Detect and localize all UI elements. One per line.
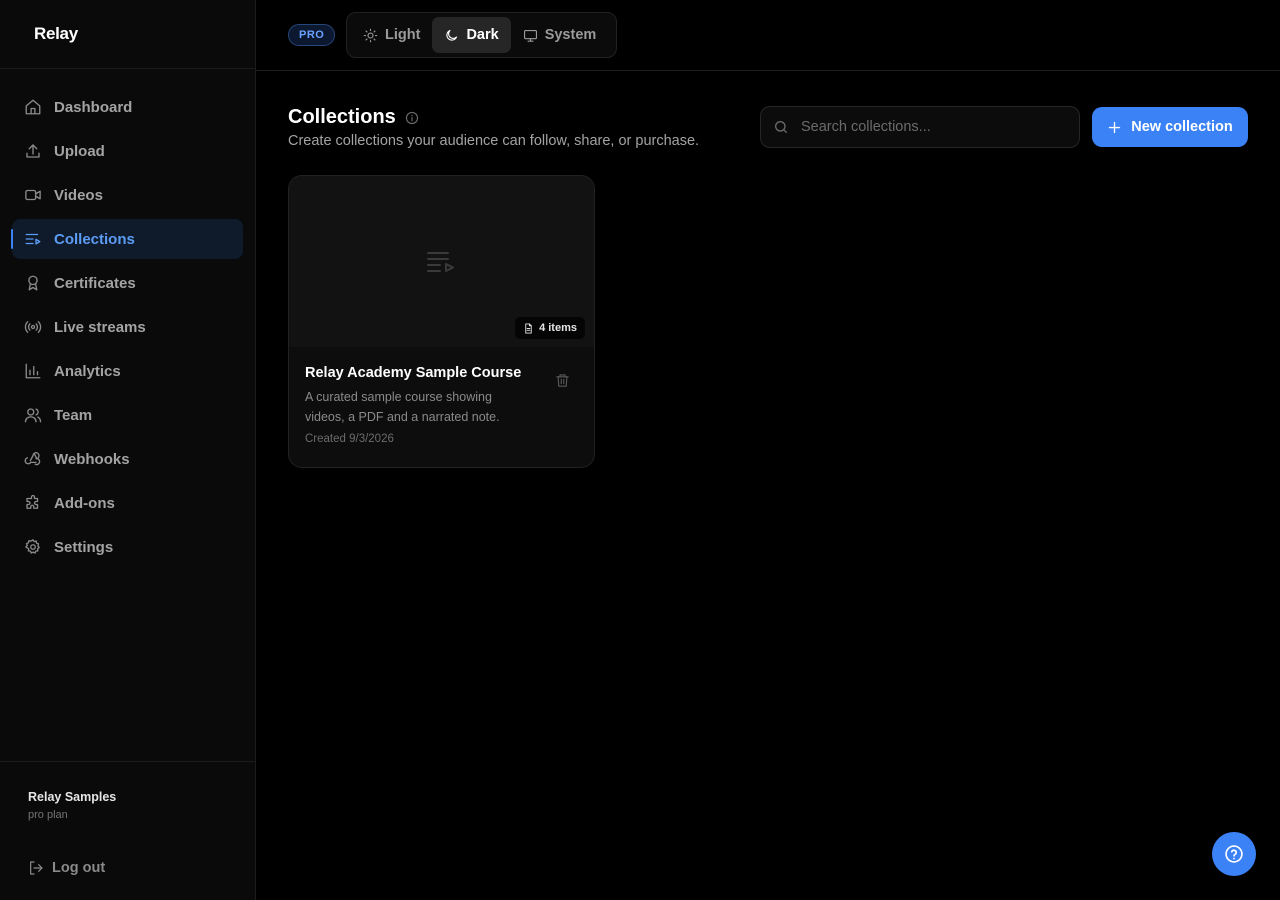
sidebar-item-label: Add-ons [54, 494, 115, 512]
sidebar-item-label: Videos [54, 186, 103, 204]
sidebar-item-upload[interactable]: Upload [12, 131, 243, 171]
app-logo[interactable]: Relay [34, 24, 78, 44]
moon-icon [446, 29, 458, 41]
award-icon [28, 275, 38, 291]
list-play-icon [25, 233, 41, 245]
sun-icon [363, 28, 378, 42]
app-root: Relay Dashboard Upload Videos Collection… [0, 0, 1280, 900]
org-plan: pro plan [28, 809, 68, 821]
sidebar-item-settings[interactable]: Settings [12, 527, 243, 567]
search-input[interactable] [801, 119, 1061, 135]
theme-switcher: Light Dark System [346, 12, 617, 58]
theme-option-label: System [544, 27, 597, 43]
new-collection-label: New collection [1131, 119, 1233, 135]
plan-badge: PRO [288, 24, 336, 46]
trash-icon[interactable] [555, 373, 570, 388]
new-collection-button[interactable]: New collection [1092, 107, 1248, 147]
logo-area: Relay [0, 0, 255, 69]
sidebar-footer: Relay Samples pro plan Log out [0, 761, 255, 900]
sidebar-item-dashboard[interactable]: Dashboard [12, 87, 243, 127]
page-title-row: Collections [288, 106, 419, 129]
sidebar-item-label: Analytics [54, 362, 121, 380]
items-count: 4 items [539, 322, 577, 334]
sidebar-item-add-ons[interactable]: Add-ons [12, 483, 243, 523]
theme-option-system[interactable]: System [511, 17, 609, 53]
sidebar-item-label: Team [54, 406, 93, 424]
gear-icon [25, 539, 40, 554]
help-button[interactable] [1212, 832, 1256, 876]
page-subtitle: Create collections your audience can fol… [288, 133, 700, 149]
sidebar-item-webhooks[interactable]: Webhooks [12, 439, 243, 479]
sidebar-item-label: Upload [54, 142, 105, 160]
bar-chart-icon [25, 363, 41, 379]
sidebar-nav: Dashboard Upload Videos Collections Cert… [11, 87, 243, 571]
radio-icon [24, 321, 42, 333]
collection-card-body: Relay Academy Sample Course A curated sa… [289, 347, 594, 445]
topbar: PRO Light Dark System [256, 0, 1280, 71]
sidebar-item-team[interactable]: Team [12, 395, 243, 435]
sidebar-item-label: Live streams [54, 318, 146, 336]
theme-option-label: Dark [466, 27, 499, 43]
sidebar-item-certificates[interactable]: Certificates [12, 263, 243, 303]
users-icon [24, 408, 42, 423]
logout-icon [30, 861, 43, 875]
main-content: Collections Create collections your audi… [256, 71, 1280, 900]
sidebar-item-analytics[interactable]: Analytics [12, 351, 243, 391]
sidebar-item-label: Certificates [54, 274, 136, 292]
logout-button[interactable]: Log out [28, 860, 105, 876]
help-icon [1225, 845, 1243, 863]
sidebar-item-collections[interactable]: Collections [11, 219, 243, 259]
sidebar-item-label: Settings [54, 538, 114, 556]
theme-option-dark[interactable]: Dark [432, 17, 511, 53]
sidebar-item-label: Dashboard [54, 98, 133, 116]
collection-thumbnail[interactable]: 4 items [289, 176, 594, 347]
search-icon [775, 121, 787, 133]
org-name: Relay Samples [28, 790, 117, 804]
monitor-icon [523, 29, 537, 42]
video-icon [25, 189, 41, 201]
sidebar-item-label: Webhooks [54, 450, 130, 468]
page-title: Collections [288, 106, 396, 128]
plus-icon [1109, 121, 1121, 133]
theme-option-label: Light [385, 27, 421, 43]
collection-created-date: Created 9/3/2026 [305, 433, 394, 445]
sidebar-item-label: Collections [54, 230, 135, 248]
upload-icon [26, 144, 40, 158]
sidebar-item-videos[interactable]: Videos [12, 175, 243, 215]
info-icon[interactable] [405, 111, 419, 125]
puzzle-icon [26, 494, 39, 509]
file-icon [525, 322, 532, 334]
list-play-icon [427, 252, 454, 272]
collection-description: A curated sample course showing videos, … [305, 390, 500, 424]
theme-option-light[interactable]: Light [351, 17, 432, 53]
sidebar: Relay Dashboard Upload Videos Collection… [0, 0, 256, 900]
collection-title[interactable]: Relay Academy Sample Course [305, 365, 578, 381]
search-box [760, 106, 1080, 148]
logout-label: Log out [52, 860, 106, 876]
webhook-icon [24, 452, 41, 466]
sidebar-item-live-streams[interactable]: Live streams [12, 307, 243, 347]
home-icon [25, 99, 41, 115]
collection-card[interactable]: 4 items Relay Academy Sample Course A cu… [288, 175, 595, 468]
items-count-badge: 4 items [515, 317, 585, 339]
